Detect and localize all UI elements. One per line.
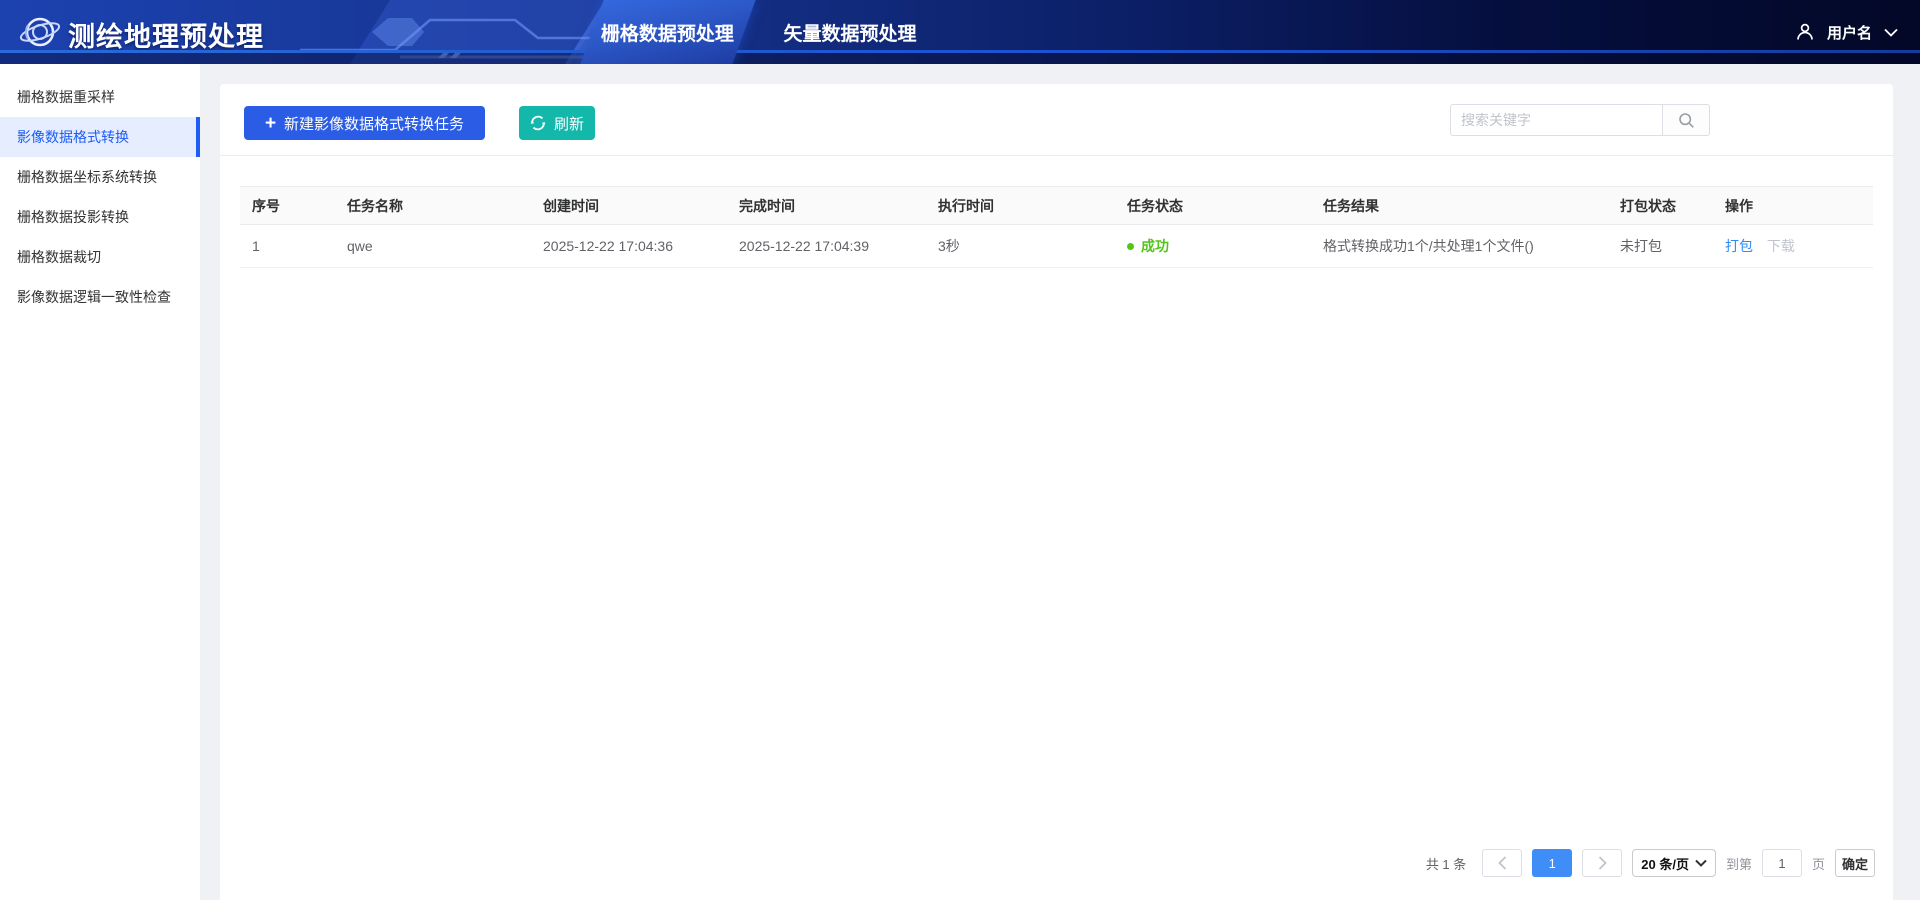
goto-confirm-button[interactable]: 确定 (1835, 849, 1875, 877)
col-created-at: 创建时间 (531, 187, 727, 225)
user-menu[interactable]: 用户名 (1795, 0, 1898, 64)
chevron-right-icon (1598, 856, 1607, 870)
chevron-down-icon (1695, 859, 1707, 867)
tab-raster-preprocess-label: 栅格数据预处理 (601, 19, 734, 46)
tab-vector-preprocess[interactable]: 矢量数据预处理 (775, 0, 925, 64)
status-text: 成功 (1141, 236, 1169, 256)
goto-prefix-label: 到第 (1726, 854, 1752, 873)
app-title: 测绘地理预处理 (68, 15, 264, 54)
search-button[interactable] (1662, 104, 1710, 136)
app-logo (18, 10, 62, 54)
table-header-row: 序号 任务名称 创建时间 完成时间 执行时间 任务状态 任务结果 打包状态 操作 (240, 187, 1873, 225)
logo-globe-orbit-icon (18, 10, 62, 54)
cell-package-status: 未打包 (1608, 225, 1713, 268)
search-input[interactable] (1450, 104, 1662, 136)
page-size-label: 20 条/页 (1641, 854, 1689, 873)
sidebar-item-image-logic-check[interactable]: 影像数据逻辑一致性检查 (0, 277, 200, 317)
pagination-total: 共 1 条 (1426, 854, 1466, 873)
table-row: 1 qwe 2025-12-22 17:04:36 2025-12-22 17:… (240, 225, 1873, 268)
person-icon (1795, 22, 1815, 42)
sidebar-item-raster-projection-convert[interactable]: 栅格数据投影转换 (0, 197, 200, 237)
toolbar: + 新建影像数据格式转换任务 刷新 (220, 84, 1893, 156)
col-package-status: 打包状态 (1608, 187, 1713, 225)
sidebar-item-raster-resample[interactable]: 栅格数据重采样 (0, 77, 200, 117)
chevron-down-icon (1884, 28, 1898, 37)
sidebar-item-raster-clip[interactable]: 栅格数据裁切 (0, 237, 200, 277)
cell-index: 1 (240, 225, 335, 268)
pagination: 共 1 条 1 20 条/页 到第 页 确定 (1426, 849, 1875, 877)
next-page-button[interactable] (1582, 849, 1622, 877)
col-actions: 操作 (1713, 187, 1873, 225)
search-bar (1450, 104, 1710, 136)
goto-page-input[interactable] (1762, 849, 1802, 877)
cell-created-at: 2025-12-22 17:04:36 (531, 225, 727, 268)
status-green-dot (1127, 243, 1134, 250)
new-task-button-label: 新建影像数据格式转换任务 (284, 113, 464, 134)
tab-vector-preprocess-label: 矢量数据预处理 (783, 19, 916, 46)
plus-icon: + (265, 114, 276, 133)
user-name: 用户名 (1827, 22, 1872, 43)
prev-page-button[interactable] (1482, 849, 1522, 877)
header-bottom-strip (0, 53, 1920, 64)
goto-suffix-label: 页 (1812, 854, 1825, 873)
cell-finished-at: 2025-12-22 17:04:39 (727, 225, 926, 268)
sidebar: 栅格数据重采样 影像数据格式转换 栅格数据坐标系统转换 栅格数据投影转换 栅格数… (0, 64, 200, 900)
col-task-name: 任务名称 (335, 187, 531, 225)
cell-status: 成功 (1115, 225, 1311, 268)
main-panel: + 新建影像数据格式转换任务 刷新 (220, 84, 1893, 900)
tab-raster-preprocess[interactable]: 栅格数据预处理 (580, 0, 755, 64)
page-size-select[interactable]: 20 条/页 (1632, 849, 1716, 877)
download-link[interactable]: 下载 (1767, 238, 1795, 254)
app-header: 测绘地理预处理 栅格数据预处理 矢量数据预处理 用户名 (0, 0, 1920, 64)
cell-result: 格式转换成功1个/共处理1个文件() (1311, 225, 1608, 268)
chevron-left-icon (1498, 856, 1507, 870)
col-result: 任务结果 (1311, 187, 1608, 225)
col-index: 序号 (240, 187, 335, 225)
col-finished-at: 完成时间 (727, 187, 926, 225)
cell-duration: 3秒 (926, 225, 1115, 268)
task-table: 序号 任务名称 创建时间 完成时间 执行时间 任务状态 任务结果 打包状态 操作… (240, 186, 1873, 268)
refresh-button-label: 刷新 (554, 113, 584, 134)
page-number-button[interactable]: 1 (1532, 849, 1572, 877)
sidebar-item-image-format-convert[interactable]: 影像数据格式转换 (0, 117, 200, 157)
cell-actions: 打包 下载 (1713, 225, 1873, 268)
sidebar-item-raster-coordinate-convert[interactable]: 栅格数据坐标系统转换 (0, 157, 200, 197)
col-duration: 执行时间 (926, 187, 1115, 225)
new-task-button[interactable]: + 新建影像数据格式转换任务 (244, 106, 485, 140)
package-link[interactable]: 打包 (1725, 238, 1753, 254)
refresh-arrows-icon (530, 115, 546, 131)
magnifier-icon (1678, 112, 1695, 129)
col-status: 任务状态 (1115, 187, 1311, 225)
cell-task-name: qwe (335, 225, 531, 268)
refresh-button[interactable]: 刷新 (519, 106, 595, 140)
